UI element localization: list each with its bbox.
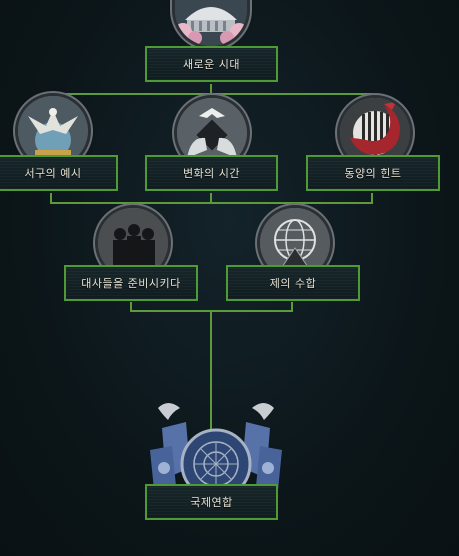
focus-label: 서구의 예시 [24, 167, 82, 180]
focus-label: 국제연합 [190, 496, 233, 509]
focus-label-box: 변화의 시간 [145, 155, 278, 191]
focus-prepare-ambassadors[interactable]: 대사들을 준비시키다 [64, 203, 198, 304]
focus-label-box: 대사들을 준비시키다 [64, 265, 198, 301]
focus-label: 동양의 힌트 [344, 167, 402, 180]
building-dome-icon [175, 0, 247, 46]
focus-tree: 새로운 시대 서구의 예시 변화의 시간 동양의 힌트 대사들을 준비시키다 제… [0, 0, 459, 556]
focus-label: 제의 수합 [269, 277, 317, 290]
focus-new-era[interactable]: 새로운 시대 [145, 0, 278, 86]
focus-eastern-hint[interactable]: 동양의 힌트 [306, 93, 440, 195]
focus-west-example[interactable]: 서구의 예시 [0, 93, 118, 195]
focus-time-of-change[interactable]: 변화의 시간 [145, 93, 278, 195]
focus-label-box: 국제연합 [145, 484, 278, 520]
focus-label: 새로운 시대 [182, 58, 241, 71]
focus-import[interactable]: 제의 수합 [226, 203, 360, 304]
focus-label-box: 제의 수합 [226, 265, 360, 301]
focus-label-box: 동양의 힌트 [306, 155, 440, 191]
focus-label: 변화의 시간 [182, 167, 241, 180]
focus-label: 대사들을 준비시키다 [81, 277, 181, 290]
focus-label-box: 새로운 시대 [145, 46, 278, 82]
focus-label-box: 서구의 예시 [0, 155, 118, 191]
